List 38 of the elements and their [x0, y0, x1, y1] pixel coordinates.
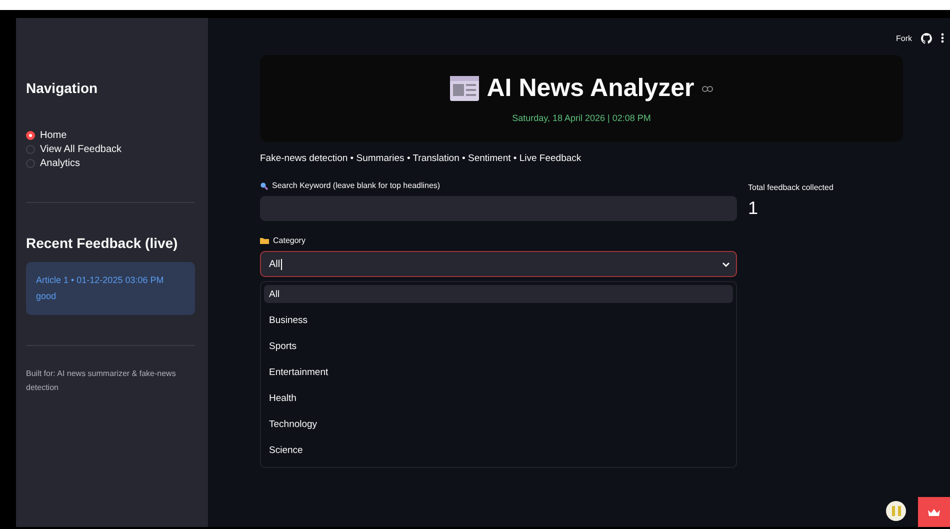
nav-option[interactable]: Home [40, 130, 67, 141]
radio-button[interactable] [26, 159, 35, 168]
fork-link[interactable]: Fork [896, 34, 912, 42]
navigation-heading: Navigation [26, 80, 99, 96]
dropdown-option[interactable]: Science [264, 437, 733, 463]
app-title: AI News Analyzer [486, 74, 694, 103]
crown-button[interactable] [918, 497, 950, 527]
link-icon[interactable] [702, 86, 714, 92]
magnifier-icon [260, 182, 268, 190]
github-icon[interactable] [921, 32, 932, 44]
feedback-text: good [36, 290, 58, 303]
search-field[interactable] [260, 196, 737, 221]
category-select[interactable]: All [260, 251, 737, 277]
chevron-icon [722, 262, 730, 266]
dropdown-option[interactable]: All [264, 285, 733, 303]
dropdown-option[interactable]: Business [264, 307, 733, 333]
footer-text: Built for: AI news summarizer & fake-news detection [26, 368, 177, 394]
tagline: Fake-news detection • Summaries • Translation • Sentiment • Live Feedback [260, 153, 582, 164]
nav-option[interactable]: Analytics [40, 158, 80, 169]
metric-value: 1 [748, 198, 760, 219]
more-menu-icon[interactable] [941, 33, 944, 43]
radio-button[interactable] [26, 131, 35, 140]
field-label: Search Keyword (leave blank for top headlines) [272, 181, 440, 190]
radio-button[interactable] [26, 145, 35, 154]
dropdown-option[interactable]: Health [264, 385, 733, 411]
nav-option[interactable]: View All Feedback [40, 144, 122, 155]
crown-icon [927, 508, 941, 516]
dropdown-option[interactable]: Sports [264, 333, 733, 359]
field-label: Category [273, 236, 306, 245]
newspaper-icon [450, 76, 479, 101]
dropdown-option[interactable]: Entertainment [264, 359, 733, 385]
folder-icon [260, 237, 269, 244]
metric-label: Total feedback collected [748, 183, 834, 192]
dropdown-option[interactable]: Technology [264, 411, 733, 437]
feedback-meta: Article 1 • 01-12-2025 03:06 PM [36, 274, 165, 287]
date-time: Saturday, 18 April 2026 | 02:08 PM [512, 113, 651, 123]
status-icon[interactable] [886, 501, 906, 521]
recent-feedback-heading: Recent Feedback (live) [26, 235, 179, 251]
